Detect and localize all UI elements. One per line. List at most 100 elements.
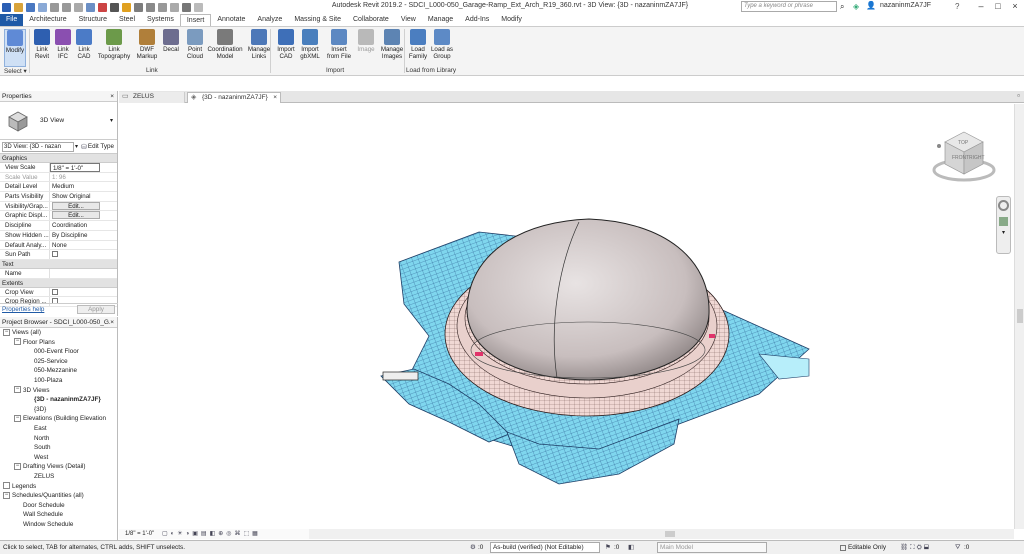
user-icon[interactable]: 👤 — [866, 1, 876, 10]
property-row[interactable]: Discipline Coordination — [0, 221, 117, 231]
property-value[interactable]: By Discipline — [50, 231, 100, 240]
property-row[interactable]: View Scale 1/8" = 1'-0" — [0, 163, 117, 173]
insert-from-file-button[interactable]: Insert from File — [325, 29, 353, 60]
browser-item[interactable]: − Floor Plans — [0, 338, 117, 348]
property-value[interactable]: Edit... — [50, 211, 100, 220]
expand-toggle-icon[interactable]: − — [14, 338, 21, 346]
tag-icon[interactable] — [110, 2, 119, 12]
property-value[interactable]: 1/8" = 1'-0" — [50, 163, 100, 172]
property-value[interactable]: Coordination — [50, 221, 100, 230]
browser-item[interactable]: 100-Plaza — [0, 376, 117, 386]
property-value[interactable]: 1: 96 — [50, 173, 100, 182]
browser-item[interactable]: − Schedules/Quantities (all) — [0, 491, 117, 501]
tab-systems[interactable]: Systems — [141, 14, 180, 26]
browser-item[interactable]: {3D} — [0, 405, 117, 415]
view-cube[interactable]: FRONT RIGHT TOP — [931, 126, 997, 192]
editing-requests-icon[interactable]: ⚑ — [605, 541, 611, 554]
link-topography-button[interactable]: Link Topography — [96, 29, 132, 60]
browser-item[interactable]: West — [0, 453, 117, 463]
tab-3d-view[interactable]: ◈ {3D - nazaninmZA7JF} × — [187, 92, 281, 103]
tab-architecture[interactable]: Architecture — [23, 14, 72, 26]
browser-item[interactable]: ZELUS — [0, 472, 117, 482]
browser-item[interactable]: − Views (all) — [0, 328, 117, 338]
property-value[interactable]: Medium — [50, 182, 100, 191]
tab-modify[interactable]: Modify — [495, 14, 528, 26]
zoom-region-icon[interactable] — [999, 217, 1008, 226]
window-restore-icon[interactable]: ▫ — [1017, 91, 1020, 100]
view-cube-front[interactable]: FRONT — [952, 155, 969, 161]
expand-toggle-icon[interactable] — [3, 482, 10, 490]
tab-analyze[interactable]: Analyze — [251, 14, 288, 26]
tab-annotate[interactable]: Annotate — [211, 14, 251, 26]
tab-insert[interactable]: Insert — [179, 14, 212, 26]
edit-button[interactable]: Edit... — [52, 201, 100, 210]
print-icon[interactable] — [74, 2, 83, 12]
group-text[interactable]: Text — [0, 259, 117, 269]
expand-toggle-icon[interactable]: − — [14, 386, 21, 394]
section-icon[interactable] — [146, 2, 155, 12]
browser-item[interactable]: − Elevations (Building Elevation — [0, 414, 117, 424]
property-row[interactable]: Show Hidden ... By Discipline — [0, 230, 117, 241]
manage-links-button[interactable]: Manage Links — [246, 29, 272, 60]
aligned-dimension-icon[interactable] — [98, 2, 107, 12]
decal-button[interactable]: Decal — [160, 29, 182, 53]
text-icon[interactable] — [122, 2, 131, 12]
property-value[interactable] — [50, 288, 100, 297]
close-button[interactable]: × — [1008, 0, 1022, 14]
help-icon[interactable]: ? — [955, 2, 959, 11]
view-cube-top[interactable]: TOP — [958, 140, 969, 146]
chevron-down-icon[interactable]: ▾ — [75, 143, 78, 150]
load-family-button[interactable]: Load Family — [408, 29, 428, 60]
group-graphics[interactable]: Graphics — [0, 154, 117, 163]
property-checkbox[interactable] — [52, 251, 58, 258]
apply-button[interactable]: Apply — [77, 305, 115, 314]
browser-item[interactable]: Legends — [0, 482, 117, 492]
browser-item[interactable]: 025-Service — [0, 357, 117, 367]
property-row[interactable]: Detail Level Medium — [0, 182, 117, 193]
manage-images-button[interactable]: Manage Images — [378, 29, 406, 60]
thin-lines-icon[interactable] — [158, 2, 167, 12]
browser-item[interactable]: Door Schedule — [0, 501, 117, 511]
edit-button[interactable]: Edit... — [52, 211, 100, 220]
close-icon[interactable]: × — [110, 317, 114, 328]
expand-toggle-icon[interactable]: − — [14, 463, 21, 471]
tab-collaborate[interactable]: Collaborate — [347, 14, 395, 26]
scroll-thumb[interactable] — [1017, 309, 1023, 323]
expand-toggle-icon[interactable]: − — [14, 415, 21, 423]
property-value[interactable]: Show Original — [50, 192, 100, 201]
minimize-button[interactable]: – — [974, 0, 988, 14]
instance-selector[interactable]: 3D View: {3D - nazan — [2, 141, 74, 152]
import-gbxml-button[interactable]: Import gbXML — [298, 29, 322, 60]
property-row[interactable]: Name — [0, 268, 117, 279]
property-row[interactable]: Graphic Displ... Edit... — [0, 211, 117, 222]
link-group-label[interactable]: Link — [146, 67, 158, 74]
tab-structure[interactable]: Structure — [73, 14, 113, 26]
design-options-icon[interactable]: ◧ — [628, 541, 634, 554]
view-scale[interactable]: 1/8" = 1'-0" — [125, 531, 154, 537]
property-row[interactable]: Crop View — [0, 287, 117, 298]
tab-massing-site[interactable]: Massing & Site — [288, 14, 347, 26]
type-selector[interactable]: 3D View ▾ — [0, 102, 117, 140]
group-extents[interactable]: Extents — [0, 278, 117, 288]
edit-type-button[interactable]: Edit Type — [88, 143, 114, 150]
search-icon[interactable]: ⌕ — [840, 2, 844, 12]
revit-logo-icon[interactable] — [2, 2, 11, 12]
switch-windows-icon[interactable] — [182, 2, 191, 12]
3d-view-canvas[interactable]: FRONT RIGHT TOP ▾ — [119, 104, 1014, 529]
browser-item[interactable]: 050-Mezzanine — [0, 366, 117, 376]
link-revit-button[interactable]: Link Revit — [33, 29, 51, 60]
sync-icon[interactable] — [38, 2, 47, 12]
import-cad-button[interactable]: Import CAD — [275, 29, 297, 60]
customize-qat-icon[interactable] — [194, 2, 203, 12]
browser-item[interactable]: East — [0, 424, 117, 434]
search-input[interactable]: Type a keyword or phrase — [741, 1, 837, 12]
workset-selector[interactable]: As-build (verified) (Not Editable) — [490, 542, 600, 553]
close-icon[interactable]: × — [273, 93, 277, 103]
property-value[interactable] — [50, 250, 100, 259]
measure-icon[interactable] — [86, 2, 95, 12]
save-icon[interactable] — [26, 2, 35, 12]
browser-item[interactable]: −3D Views — [0, 386, 117, 396]
properties-help-link[interactable]: Properties help — [2, 306, 44, 313]
import-group-label[interactable]: Import — [326, 67, 344, 74]
property-row[interactable]: Default Analy... None — [0, 240, 117, 251]
